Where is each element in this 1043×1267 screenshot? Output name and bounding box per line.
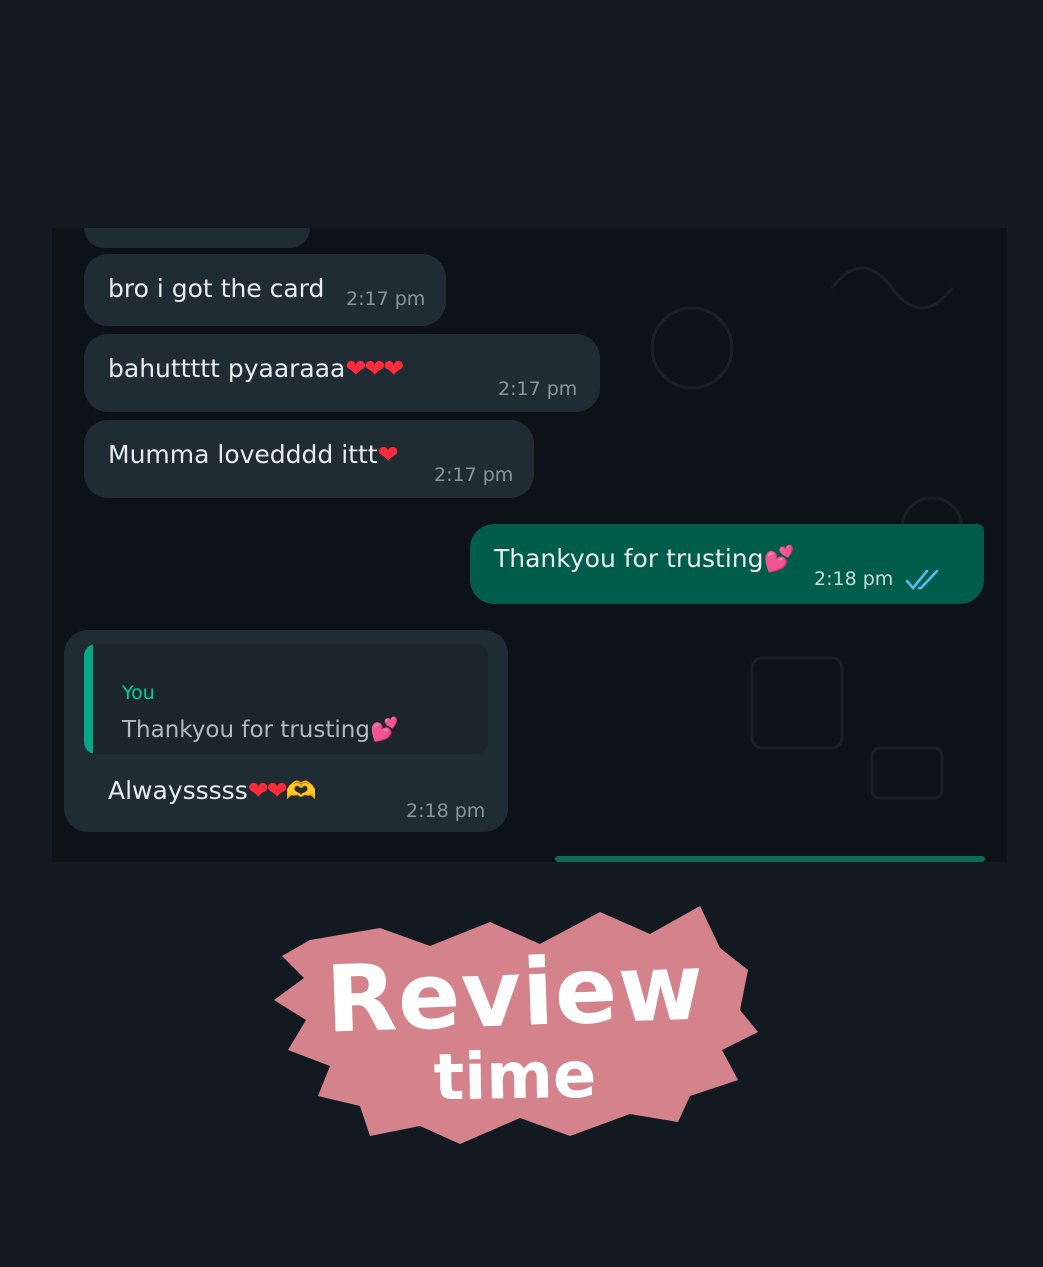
- message-bubble-outgoing[interactable]: Thankyou for trusting💕 2:18 pm: [470, 524, 984, 604]
- message-text: Mumma lovedddd ittt❤: [108, 440, 399, 469]
- reply-text: Thankyou for trusting💕: [122, 716, 399, 743]
- message-bubble-partial[interactable]: [84, 228, 310, 248]
- message-time: 2:18 pm: [406, 800, 486, 822]
- message-time: 2:17 pm: [346, 288, 426, 310]
- message-time: 2:18 pm: [814, 568, 894, 590]
- review-time-badge: Review time: [270, 900, 760, 1150]
- reply-accent-bar: [84, 644, 93, 754]
- reply-author: You: [122, 682, 155, 704]
- message-bubble[interactable]: Mumma lovedddd ittt❤ 2:17 pm: [84, 420, 534, 498]
- message-text-body: bahuttttt pyaaraaa: [108, 354, 346, 383]
- reply-quote[interactable]: You Thankyou for trusting💕: [84, 644, 488, 754]
- message-bubble[interactable]: bro i got the card 2:17 pm: [84, 254, 446, 326]
- heart-emoji: ❤: [377, 440, 399, 469]
- message-text-body: Thankyou for trusting: [494, 544, 764, 573]
- message-text: Thankyou for trusting💕: [494, 544, 795, 574]
- input-bar-edge: [555, 856, 985, 862]
- message-bubble[interactable]: bahuttttt pyaaraaa❤❤❤ 2:17 pm: [84, 334, 600, 412]
- double-check-read-icon: [905, 569, 939, 591]
- two-hearts-emoji: 💕: [763, 544, 795, 573]
- message-time: 2:17 pm: [498, 378, 578, 400]
- message-text: bahuttttt pyaaraaa❤❤❤: [108, 354, 404, 383]
- screenshot: bro i got the card 2:17 pm bahuttttt pya…: [0, 0, 1043, 1267]
- heart-emoji: ❤❤❤: [345, 354, 404, 383]
- heart-hands-emoji: 🫶: [285, 776, 317, 805]
- message-bubble-reply[interactable]: You Thankyou for trusting💕 Alwaysssss❤❤🫶…: [64, 630, 508, 832]
- message-text-body: Mumma lovedddd ittt: [108, 440, 378, 469]
- chat-panel: bro i got the card 2:17 pm bahuttttt pya…: [52, 228, 1007, 862]
- reply-text-body: Thankyou for trusting: [122, 717, 370, 743]
- two-hearts-emoji: 💕: [369, 717, 399, 743]
- message-text: bro i got the card: [108, 274, 325, 303]
- message-text: Alwaysssss❤❤🫶: [108, 776, 317, 806]
- message-time: 2:17 pm: [434, 464, 514, 486]
- heart-emoji: ❤❤: [247, 776, 288, 805]
- message-text-body: Alwaysssss: [108, 776, 248, 805]
- badge-subtitle: time: [433, 1038, 597, 1116]
